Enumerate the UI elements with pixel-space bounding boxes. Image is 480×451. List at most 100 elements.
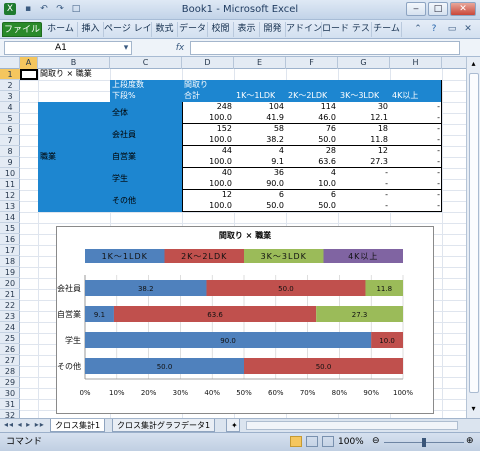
tab-load-test[interactable]: ロード テスト	[322, 22, 372, 37]
row-header-29[interactable]: 29	[0, 377, 20, 388]
count-cell[interactable]: 44	[182, 146, 234, 156]
scroll-down-icon[interactable]: ▾	[468, 403, 479, 414]
maximize-button[interactable]: □	[428, 2, 448, 16]
count-cell[interactable]: 12	[182, 190, 234, 200]
restore-icon[interactable]: ▭	[446, 23, 458, 35]
row-header-26[interactable]: 26	[0, 344, 20, 355]
percent-cell[interactable]: 10.0	[286, 179, 338, 189]
column-header-c[interactable]: C	[110, 57, 182, 69]
percent-cell[interactable]: 27.3	[338, 157, 390, 167]
row-header-28[interactable]: 28	[0, 366, 20, 377]
column-header-e[interactable]: E	[234, 57, 286, 69]
percent-cell[interactable]: 100.0	[182, 135, 234, 145]
column-header-d[interactable]: D	[182, 57, 234, 69]
percent-cell[interactable]: 38.2	[234, 135, 286, 145]
formula-input[interactable]	[190, 41, 460, 55]
percent-cell[interactable]: 11.8	[338, 135, 390, 145]
percent-cell[interactable]: -	[338, 201, 390, 211]
name-box[interactable]: A1	[4, 41, 132, 55]
chevron-down-icon[interactable]: ▾	[120, 42, 132, 54]
percent-cell[interactable]: -	[338, 179, 390, 189]
percent-cell[interactable]: -	[390, 201, 442, 211]
row-header-25[interactable]: 25	[0, 333, 20, 344]
count-cell[interactable]: 114	[286, 102, 338, 112]
count-cell[interactable]: 4	[286, 168, 338, 178]
count-cell[interactable]: 104	[234, 102, 286, 112]
row-header-19[interactable]: 19	[0, 267, 20, 278]
vertical-scrollbar[interactable]: ▴ ▾	[466, 57, 480, 418]
row-header-20[interactable]: 20	[0, 278, 20, 289]
percent-cell[interactable]: -	[390, 135, 442, 145]
tab-page-layout[interactable]: ページ レイ	[104, 22, 152, 37]
sheet-tab-crossgraph[interactable]: クロス集計グラフデータ1	[112, 419, 216, 432]
row-header-17[interactable]: 17	[0, 245, 20, 256]
count-cell[interactable]: -	[390, 146, 442, 156]
row-header-27[interactable]: 27	[0, 355, 20, 366]
count-cell[interactable]: -	[390, 102, 442, 112]
row-header-13[interactable]: 13	[0, 201, 20, 212]
percent-cell[interactable]: 90.0	[234, 179, 286, 189]
column-header-f[interactable]: F	[286, 57, 338, 69]
percent-cell[interactable]: 9.1	[234, 157, 286, 167]
percent-cell[interactable]: 100.0	[182, 179, 234, 189]
percent-cell[interactable]: 50.0	[286, 135, 338, 145]
row-header-12[interactable]: 12	[0, 190, 20, 201]
minimize-button[interactable]: ‒	[406, 2, 426, 16]
count-cell[interactable]: 152	[182, 124, 234, 134]
row-header-11[interactable]: 11	[0, 179, 20, 190]
fx-icon[interactable]: fx	[172, 42, 188, 54]
percent-cell[interactable]: 46.0	[286, 113, 338, 123]
row-header-4[interactable]: 4	[0, 102, 20, 113]
count-cell[interactable]: 6	[286, 190, 338, 200]
count-cell[interactable]: 40	[182, 168, 234, 178]
horizontal-scrollbar[interactable]	[246, 421, 458, 430]
row-header-22[interactable]: 22	[0, 300, 20, 311]
stacked-bar-chart[interactable]: 間取り × 職業 1K～1LDK 2K～2LDK 3K～3LDK 4K以上 0% 10% 2…	[56, 226, 434, 414]
tab-addins[interactable]: アドイン	[286, 22, 322, 37]
select-all-corner[interactable]	[0, 57, 20, 69]
row-header-31[interactable]: 31	[0, 399, 20, 410]
percent-cell[interactable]: 63.6	[286, 157, 338, 167]
row-header-1[interactable]: 1	[0, 69, 20, 80]
row-header-2[interactable]: 2	[0, 80, 20, 91]
count-cell[interactable]: -	[338, 190, 390, 200]
percent-cell[interactable]: 100.0	[182, 113, 234, 123]
row-header-15[interactable]: 15	[0, 223, 20, 234]
scroll-up-icon[interactable]: ▴	[468, 58, 479, 69]
zoom-slider-thumb[interactable]	[422, 438, 426, 447]
count-cell[interactable]: -	[390, 190, 442, 200]
ribbon-collapse-icon[interactable]: ⌃	[412, 23, 424, 35]
close-button[interactable]: ✕	[450, 2, 476, 16]
tab-developer[interactable]: 開発	[260, 22, 286, 37]
row-header-9[interactable]: 9	[0, 157, 20, 168]
zoom-out-icon[interactable]: ⊖	[372, 436, 380, 446]
percent-cell[interactable]: 100.0	[182, 201, 234, 211]
count-cell[interactable]: 6	[234, 190, 286, 200]
row-header-14[interactable]: 14	[0, 212, 20, 223]
percent-cell[interactable]: 12.1	[338, 113, 390, 123]
tab-team[interactable]: チーム	[372, 22, 402, 37]
tab-data[interactable]: データ	[178, 22, 208, 37]
percent-cell[interactable]: 100.0	[182, 157, 234, 167]
count-cell[interactable]: -	[390, 168, 442, 178]
tab-home[interactable]: ホーム	[44, 22, 78, 37]
count-cell[interactable]: 18	[338, 124, 390, 134]
percent-cell[interactable]: 41.9	[234, 113, 286, 123]
count-cell[interactable]: 28	[286, 146, 338, 156]
row-header-5[interactable]: 5	[0, 113, 20, 124]
column-header-g[interactable]: G	[338, 57, 390, 69]
column-header-h[interactable]: H	[390, 57, 442, 69]
row-header-23[interactable]: 23	[0, 311, 20, 322]
row-header-24[interactable]: 24	[0, 322, 20, 333]
tab-view[interactable]: 表示	[234, 22, 260, 37]
page-layout-view-icon[interactable]	[306, 436, 318, 447]
column-header-b[interactable]: B	[38, 57, 110, 69]
normal-view-icon[interactable]	[290, 436, 302, 447]
percent-cell[interactable]: 50.0	[286, 201, 338, 211]
tab-file[interactable]: ファイル	[2, 22, 42, 37]
count-cell[interactable]: 30	[338, 102, 390, 112]
row-header-7[interactable]: 7	[0, 135, 20, 146]
row-header-21[interactable]: 21	[0, 289, 20, 300]
close-workbook-icon[interactable]: ✕	[462, 23, 474, 35]
help-icon[interactable]: ?	[428, 23, 440, 35]
